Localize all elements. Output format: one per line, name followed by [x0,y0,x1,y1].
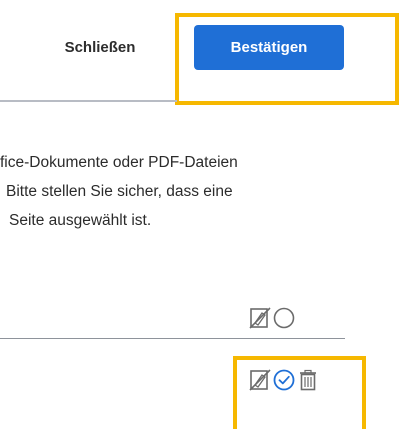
info-message: fice-Dokumente oder PDF-Dateien Bitte st… [0,148,360,235]
highlight-frame-row-actions [233,356,366,429]
info-message-line: Seite ausgewählt ist. [9,212,152,229]
no-edit-icon[interactable] [248,306,272,330]
row-divider [0,338,345,339]
info-message-line: Bitte stellen Sie sicher, dass eine [6,183,233,200]
check-circle-icon[interactable] [272,368,296,392]
close-button[interactable]: Schließen [45,23,155,71]
confirm-button[interactable]: Bestätigen [194,25,344,70]
no-edit-icon[interactable] [248,368,272,392]
header-divider [0,100,177,102]
info-message-line: fice-Dokumente oder PDF-Dateien [0,154,238,171]
radio-unselected-icon[interactable] [272,306,296,330]
trash-icon[interactable] [296,368,320,392]
